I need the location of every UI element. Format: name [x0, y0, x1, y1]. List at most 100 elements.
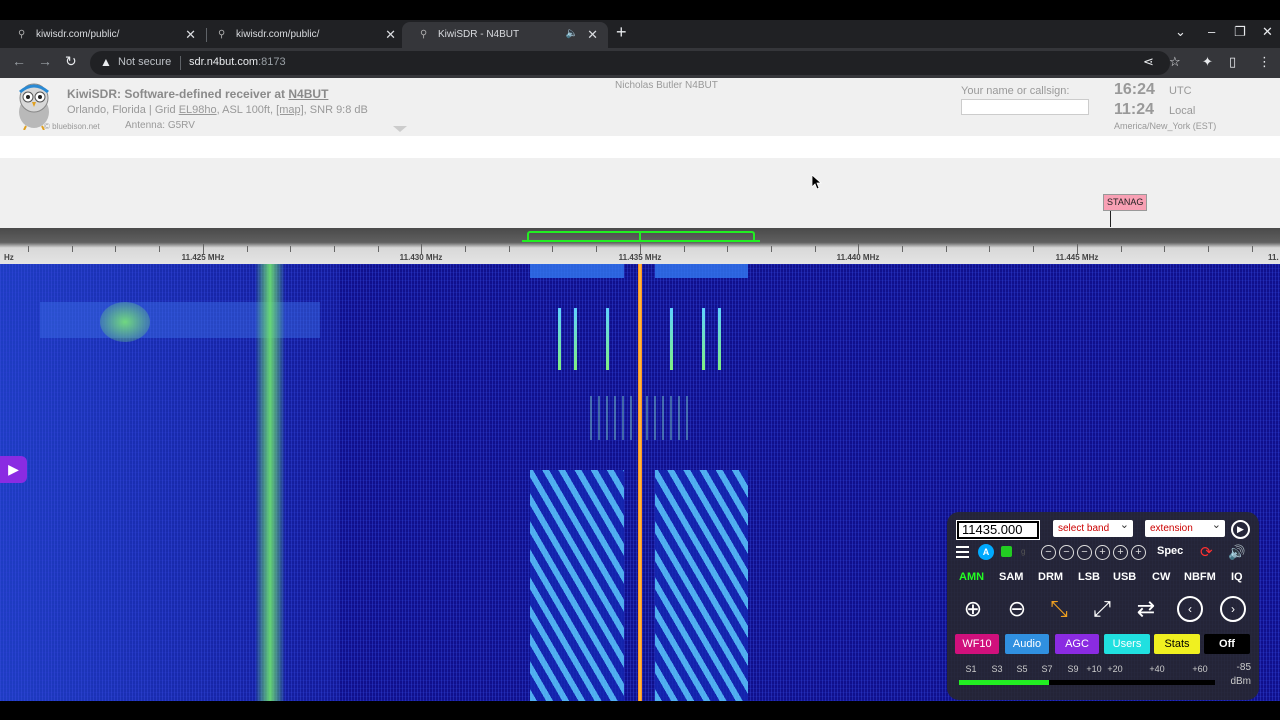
- waterfall-pulse: [702, 308, 705, 370]
- new-tab-button[interactable]: +: [616, 22, 627, 43]
- extensions-icon[interactable]: ✦: [1202, 54, 1213, 70]
- stats-button[interactable]: Stats: [1154, 634, 1200, 654]
- side-panel-toggle-button[interactable]: ▶: [0, 456, 27, 483]
- s-meter-label: S1: [965, 664, 977, 674]
- next-page-icon[interactable]: ›: [1220, 596, 1246, 622]
- freq-label: Hz: [4, 253, 14, 262]
- speaker-icon[interactable]: 🔈: [566, 28, 578, 39]
- zoom-plus-icon[interactable]: +: [1113, 545, 1128, 560]
- map-link[interactable]: [map]: [276, 104, 304, 116]
- scale-tick: [465, 246, 466, 252]
- bookmark-star-icon[interactable]: ☆: [1169, 54, 1181, 70]
- zoom-minus-icon[interactable]: −: [1077, 545, 1092, 560]
- scale-tick: [1164, 246, 1166, 252]
- close-window-icon[interactable]: ✕: [1262, 24, 1273, 40]
- credit-link[interactable]: © bluebison.net: [44, 122, 100, 131]
- waterfall-pulse: [606, 308, 609, 370]
- minimize-icon[interactable]: –: [1208, 24, 1215, 39]
- menu-icon[interactable]: [956, 546, 969, 558]
- security-label[interactable]: Not secure: [118, 56, 171, 68]
- zoom-in-icon[interactable]: ⊕: [958, 594, 988, 624]
- dx-label-stanag[interactable]: STANAG: [1103, 194, 1148, 211]
- extension-dropdown[interactable]: extension: [1145, 517, 1225, 537]
- menu-kebab-icon[interactable]: ⋮: [1258, 54, 1271, 70]
- compress-icon[interactable]: ⤡: [1044, 594, 1074, 624]
- mode-iq[interactable]: IQ: [1231, 571, 1243, 583]
- waterfall-signal-top-left: [530, 264, 624, 278]
- s-meter-value: -85: [1236, 662, 1251, 673]
- scale-tick: [596, 246, 598, 252]
- close-tab-icon[interactable]: ✕: [185, 27, 196, 43]
- s-meter-bar: [959, 680, 1215, 685]
- off-button[interactable]: Off: [1204, 634, 1250, 654]
- grid-link[interactable]: EL98ho: [179, 104, 217, 116]
- swap-icon[interactable]: ⇄: [1131, 594, 1161, 624]
- browser-toolbar: ← → ↻ ▲ Not secure sdr.n4but.com:8173 ⋖ …: [0, 48, 1280, 78]
- wf10-button[interactable]: WF10: [955, 634, 999, 654]
- zoom-minus-icon[interactable]: −: [1059, 545, 1074, 560]
- prev-page-icon[interactable]: ‹: [1177, 596, 1203, 622]
- kiwi-favicon-icon: ⚲: [218, 29, 226, 40]
- audio-button[interactable]: Audio: [1005, 634, 1049, 654]
- mode-nbfm[interactable]: NBFM: [1184, 571, 1216, 583]
- warning-icon[interactable]: ▲: [100, 55, 112, 69]
- close-tab-icon[interactable]: ✕: [587, 27, 598, 43]
- mode-drm[interactable]: DRM: [1038, 571, 1063, 583]
- s-meter-unit: dBm: [1230, 676, 1251, 687]
- play-icon[interactable]: ▶: [1231, 520, 1250, 539]
- forward-icon[interactable]: →: [38, 53, 52, 69]
- zoom-plus-icon[interactable]: +: [1131, 545, 1146, 560]
- address-bar[interactable]: ▲ Not secure sdr.n4but.com:8173: [90, 51, 1170, 75]
- callsign-link[interactable]: N4BUT: [288, 87, 328, 101]
- zoom-plus-icon[interactable]: +: [1095, 545, 1110, 560]
- freq-label: 11.440 MHz: [836, 253, 880, 262]
- s-meter-label: +60: [1192, 664, 1208, 674]
- carrier-marker[interactable]: [639, 232, 641, 242]
- spec-button[interactable]: Spec: [1157, 545, 1183, 557]
- mode-usb[interactable]: USB: [1113, 571, 1136, 583]
- tab-title: kiwisdr.com/public/: [36, 29, 120, 40]
- mode-amn[interactable]: AMN: [959, 571, 984, 583]
- mode-cw[interactable]: CW: [1152, 571, 1170, 583]
- callsign-input[interactable]: [961, 99, 1089, 115]
- g-label: g: [1021, 547, 1026, 556]
- spectrum-strip: [0, 136, 1280, 158]
- freq-label: 11.445 MHz: [1055, 253, 1099, 262]
- waterfall-signal-blob: [100, 302, 150, 342]
- mode-sam[interactable]: SAM: [999, 571, 1023, 583]
- freq-label: 11.430 MHz: [399, 253, 443, 262]
- waterfall-carrier-line: [638, 264, 642, 701]
- zoom-out-icon[interactable]: ⊖: [1002, 594, 1032, 624]
- s-meter-label: +40: [1149, 664, 1165, 674]
- reload-icon[interactable]: ↻: [65, 53, 77, 70]
- zoom-minus-icon[interactable]: −: [1041, 545, 1056, 560]
- tab-1[interactable]: ⚲ kiwisdr.com/public/ ✕: [0, 22, 206, 48]
- a-button[interactable]: A: [978, 544, 994, 560]
- collapse-header-icon[interactable]: [393, 126, 407, 132]
- location-line: Orlando, Florida | Grid EL98ho, ASL 100f…: [67, 104, 368, 116]
- expand-icon[interactable]: ⤢: [1087, 594, 1117, 624]
- tab-search-icon[interactable]: ⌄: [1175, 24, 1186, 40]
- s-meter: S1 S3 S5 S7 S9 +10 +20 +40 +60 -85 dBm: [957, 660, 1253, 696]
- mode-lsb[interactable]: LSB: [1078, 571, 1100, 583]
- volume-icon[interactable]: 🔊: [1228, 544, 1245, 561]
- dx-label-area[interactable]: [0, 158, 1280, 228]
- side-panel-icon[interactable]: ▯: [1229, 54, 1236, 70]
- url-text[interactable]: sdr.n4but.com:8173: [189, 56, 286, 68]
- close-tab-icon[interactable]: ✕: [385, 27, 396, 43]
- lock-icon[interactable]: [1001, 546, 1012, 557]
- users-button[interactable]: Users: [1104, 634, 1150, 654]
- refresh-icon[interactable]: ⟳: [1200, 543, 1213, 561]
- select-band-dropdown[interactable]: select band: [1053, 517, 1133, 537]
- scale-tick: [159, 246, 161, 252]
- frequency-input[interactable]: 11435.000: [956, 520, 1040, 540]
- freq-label: 11.: [1268, 253, 1279, 262]
- back-icon[interactable]: ←: [12, 53, 26, 69]
- tab-3-active[interactable]: ⚲ KiwiSDR - N4BUT 🔈 ✕: [402, 22, 608, 48]
- waterfall-pulse: [558, 308, 561, 370]
- scale-tick: [71, 246, 73, 252]
- restore-icon[interactable]: ❐: [1234, 24, 1246, 40]
- agc-button[interactable]: AGC: [1055, 634, 1099, 654]
- share-icon[interactable]: ⋖: [1143, 54, 1154, 70]
- tab-2[interactable]: ⚲ kiwisdr.com/public/ ✕: [200, 22, 406, 48]
